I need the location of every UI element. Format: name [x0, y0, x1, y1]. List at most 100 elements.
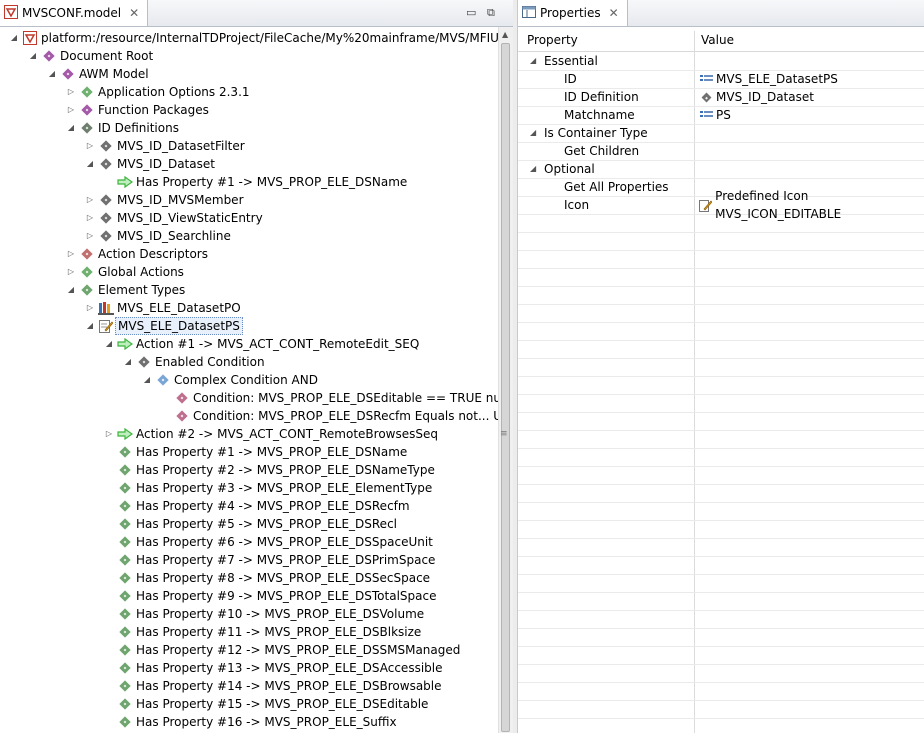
tab-title: Properties — [540, 6, 601, 20]
property-diamond-icon — [117, 479, 133, 497]
tree-item-label: AWM Model — [79, 67, 149, 81]
tab-properties[interactable]: Properties ✕ — [518, 0, 628, 26]
tree-item[interactable]: ◢ Complex Condition AND — [0, 371, 498, 389]
tree-item[interactable]: Condition: MVS_PROP_ELE_DSEditable == TR… — [0, 389, 498, 407]
scroll-thumb[interactable] — [501, 43, 510, 732]
property-diamond-icon — [117, 533, 133, 551]
collapse-twistie-icon[interactable]: ◢ — [65, 281, 77, 299]
expand-twistie-icon[interactable]: ▷ — [103, 425, 115, 443]
tree-item[interactable]: ▷ MVS_ELE_DatasetPO — [0, 299, 498, 317]
tree-item[interactable]: ◢ platform:/resource/InternalTDProject/Fi… — [0, 29, 498, 47]
tree-item[interactable]: ◢ MVS_ID_Dataset — [0, 155, 498, 173]
tree-item[interactable]: Has Property #16 -> MVS_PROP_ELE_Suffix — [0, 713, 498, 731]
tree-item-label: Has Property #3 -> MVS_PROP_ELE_ElementT… — [136, 481, 433, 495]
list-icon — [699, 74, 713, 84]
collapse-twistie-icon[interactable]: ◢ — [530, 52, 536, 70]
property-category-row[interactable]: ◢ Optional — [518, 160, 924, 179]
tree-item-label: MVS_ID_DatasetFilter — [117, 139, 245, 153]
tree-item[interactable]: ▷ MVS_ID_MVSMember — [0, 191, 498, 209]
tree-item-label: Global Actions — [98, 265, 184, 279]
empty-property-row — [518, 700, 924, 719]
tree-item[interactable]: ▷ Global Actions — [0, 263, 498, 281]
tree-item[interactable]: ▷ MVS_ID_ViewStaticEntry — [0, 209, 498, 227]
tree-item[interactable]: Has Property #1 -> MVS_PROP_ELE_DSName — [0, 443, 498, 461]
maximize-icon[interactable]: ⧉ — [487, 6, 495, 20]
tree-item[interactable]: ◢ Element Types — [0, 281, 498, 299]
expand-twistie-icon[interactable]: ▷ — [84, 227, 96, 245]
tree-item-label: Has Property #10 -> MVS_PROP_ELE_DSVolum… — [136, 607, 425, 621]
property-value[interactable]: PS — [699, 106, 731, 124]
collapse-twistie-icon[interactable]: ◢ — [141, 371, 153, 389]
collapse-twistie-icon[interactable]: ◢ — [122, 353, 134, 371]
close-tab-icon[interactable]: ✕ — [129, 6, 139, 20]
collapse-twistie-icon[interactable]: ◢ — [27, 47, 39, 65]
column-header-property[interactable]: Property — [527, 33, 578, 47]
expand-twistie-icon[interactable]: ▷ — [84, 137, 96, 155]
property-category-row[interactable]: ◢ Is Container Type — [518, 124, 924, 143]
property-row[interactable]: Matchname PS — [518, 106, 924, 125]
collapse-twistie-icon[interactable]: ◢ — [103, 335, 115, 353]
tree-item[interactable]: ◢ ID Definitions — [0, 119, 498, 137]
id-diamond-icon — [98, 137, 114, 155]
tree-item[interactable]: ◢ AWM Model — [0, 65, 498, 83]
tree-item[interactable]: Has Property #5 -> MVS_PROP_ELE_DSRecl — [0, 515, 498, 533]
minimize-icon[interactable]: ▭ — [466, 6, 476, 19]
expand-twistie-icon[interactable]: ▷ — [84, 191, 96, 209]
tree-item[interactable]: Condition: MVS_PROP_ELE_DSRecfm Equals n… — [0, 407, 498, 425]
tree-item[interactable]: Has Property #9 -> MVS_PROP_ELE_DSTotalS… — [0, 587, 498, 605]
empty-property-row — [518, 538, 924, 557]
close-tab-icon[interactable]: ✕ — [609, 6, 619, 20]
expand-twistie-icon[interactable]: ▷ — [65, 263, 77, 281]
tree-item[interactable]: ▷ MVS_ID_Searchline — [0, 227, 498, 245]
tree-item[interactable]: Has Property #1 -> MVS_PROP_ELE_DSName — [0, 173, 498, 191]
packages-diamond-icon — [79, 101, 95, 119]
tree-item[interactable]: ▷ Action #2 -> MVS_ACT_CONT_RemoteBrowses… — [0, 425, 498, 443]
tree-item[interactable]: Has Property #12 -> MVS_PROP_ELE_DSSMSMa… — [0, 641, 498, 659]
collapse-twistie-icon[interactable]: ◢ — [65, 119, 77, 137]
expand-twistie-icon[interactable]: ▷ — [65, 101, 77, 119]
property-value[interactable]: MVS_ELE_DatasetPS — [699, 70, 838, 88]
property-category-row[interactable]: ◢ Essential — [518, 52, 924, 71]
tree-item[interactable]: Has Property #3 -> MVS_PROP_ELE_ElementT… — [0, 479, 498, 497]
property-value[interactable]: Predefined Icon MVS_ICON_EDITABLE — [699, 189, 924, 221]
tree-item[interactable]: Has Property #10 -> MVS_PROP_ELE_DSVolum… — [0, 605, 498, 623]
expand-twistie-icon[interactable]: ▷ — [65, 83, 77, 101]
collapse-twistie-icon[interactable]: ◢ — [84, 155, 96, 173]
collapse-twistie-icon[interactable]: ◢ — [46, 65, 58, 83]
vertical-scrollbar[interactable]: ▲ ≡ — [498, 27, 513, 733]
property-row[interactable]: Icon Predefined Icon MVS_ICON_EDITABLE — [518, 189, 924, 221]
tree-item[interactable]: Has Property #4 -> MVS_PROP_ELE_DSRecfm — [0, 497, 498, 515]
tree-item[interactable]: Has Property #8 -> MVS_PROP_ELE_DSSecSpa… — [0, 569, 498, 587]
tree-item[interactable]: ◢ Action #1 -> MVS_ACT_CONT_RemoteEdit_SE… — [0, 335, 498, 353]
empty-property-row — [518, 376, 924, 395]
tree-item[interactable]: Has Property #14 -> MVS_PROP_ELE_DSBrows… — [0, 677, 498, 695]
collapse-twistie-icon[interactable]: ◢ — [530, 124, 536, 142]
property-value[interactable]: MVS_ID_Dataset — [699, 88, 814, 106]
empty-property-row — [518, 682, 924, 701]
tree-item[interactable]: ▷ Function Packages — [0, 101, 498, 119]
tree-item[interactable]: ◢ MVS_ELE_DatasetPS — [0, 317, 498, 335]
collapse-twistie-icon[interactable]: ◢ — [8, 29, 20, 47]
tree-item[interactable]: Has Property #2 -> MVS_PROP_ELE_DSNameTy… — [0, 461, 498, 479]
tree-item[interactable]: Has Property #13 -> MVS_PROP_ELE_DSAcces… — [0, 659, 498, 677]
property-row[interactable]: ID MVS_ELE_DatasetPS — [518, 70, 924, 89]
expand-twistie-icon[interactable]: ▷ — [84, 299, 96, 317]
tree-item[interactable]: Has Property #7 -> MVS_PROP_ELE_DSPrimSp… — [0, 551, 498, 569]
scroll-up-icon[interactable]: ▲ — [502, 30, 508, 39]
collapse-twistie-icon[interactable]: ◢ — [530, 160, 536, 178]
tree-item[interactable]: Has Property #11 -> MVS_PROP_ELE_DSBlksi… — [0, 623, 498, 641]
property-row[interactable]: ID Definition MVS_ID_Dataset — [518, 88, 924, 107]
tree-item[interactable]: ◢ Enabled Condition — [0, 353, 498, 371]
column-header-value[interactable]: Value — [701, 33, 734, 47]
expand-twistie-icon[interactable]: ▷ — [65, 245, 77, 263]
tree-item[interactable]: ▷ Application Options 2.3.1 — [0, 83, 498, 101]
tree-item[interactable]: ▷ MVS_ID_DatasetFilter — [0, 137, 498, 155]
tree-item[interactable]: ▷ Action Descriptors — [0, 245, 498, 263]
tree-item[interactable]: ◢ Document Root — [0, 47, 498, 65]
property-row[interactable]: Get Children — [518, 142, 924, 161]
tree-item[interactable]: Has Property #15 -> MVS_PROP_ELE_DSEdita… — [0, 695, 498, 713]
tree-item[interactable]: Has Property #6 -> MVS_PROP_ELE_DSSpaceU… — [0, 533, 498, 551]
tab-mvsconf-model[interactable]: MVSCONF.model ✕ — [0, 0, 149, 26]
collapse-twistie-icon[interactable]: ◢ — [84, 317, 96, 335]
expand-twistie-icon[interactable]: ▷ — [84, 209, 96, 227]
